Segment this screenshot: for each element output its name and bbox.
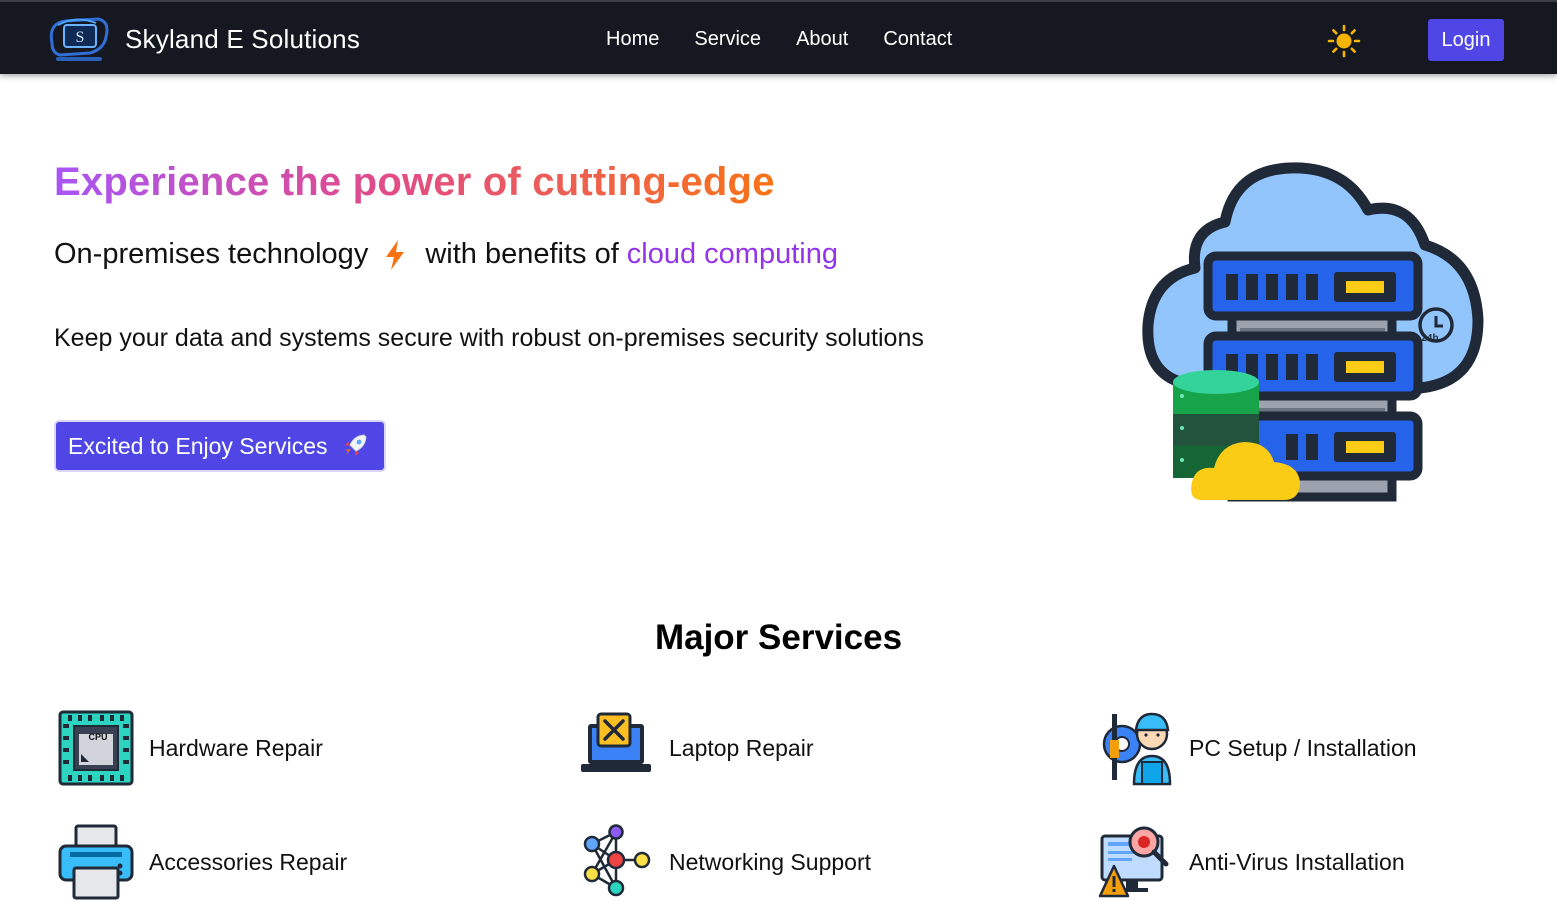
service-accessories-repair[interactable]: Accessories Repair [58,824,347,900]
nav-link-service[interactable]: Service [694,28,761,51]
hero-subtitle: On-premises technology with benefits of … [54,238,838,271]
service-label: Accessories Repair [149,848,348,875]
brand-logo-icon: S [49,17,109,61]
service-pc-setup[interactable]: PC Setup / Installation [1098,710,1417,786]
enjoy-services-label: Excited to Enjoy Services [68,432,328,459]
rocket-icon [344,434,367,456]
hero-title: Experience the power of cutting-edge [54,160,775,204]
brand[interactable]: S Skyland E Solutions [46,12,360,66]
network-nodes-icon [583,824,651,897]
nav-link-home[interactable]: Home [606,28,659,51]
enjoy-services-button[interactable]: Excited to Enjoy Services [54,420,386,472]
svg-text:S: S [76,29,85,46]
hero-subtitle-part2: with benefits of [425,238,619,270]
hero-subtitle-part1: On-premises technology [54,238,369,270]
svg-text:24h: 24h [1421,333,1438,344]
service-label: Networking Support [669,848,871,875]
service-label: Anti-Virus Installation [1189,848,1405,875]
sun-icon[interactable] [1327,24,1361,58]
hero-description: Keep your data and systems secure with r… [54,324,924,352]
virus-warning-icon [1098,826,1169,898]
service-laptop-repair[interactable]: Laptop Repair [578,710,814,786]
login-button[interactable]: Login [1428,19,1504,61]
service-hardware-repair[interactable]: CPU Hardware Repair [58,710,323,786]
service-label: Hardware Repair [149,734,323,761]
navbar: S Skyland E Solutions Home Service About… [0,0,1557,74]
cpu-chip-icon: CPU [58,710,134,786]
svg-text:CPU: CPU [88,732,107,742]
nav-link-contact[interactable]: Contact [883,28,952,51]
hero-subtitle-highlight: cloud computing [626,238,838,270]
service-antivirus-installation[interactable]: Anti-Virus Installation [1098,824,1405,900]
printer-icon [58,824,134,900]
nav-links: Home Service About Contact [606,2,987,76]
laptop-tools-icon [581,712,651,772]
technician-icon [1102,712,1172,786]
lightning-bolt-icon [386,239,405,270]
nav-link-about[interactable]: About [796,28,848,51]
services-title: Major Services [654,618,903,657]
service-label: Laptop Repair [669,734,814,761]
brand-name: Skyland E Solutions [125,23,361,54]
service-label: PC Setup / Installation [1189,734,1417,761]
service-networking-support[interactable]: Networking Support [578,824,871,900]
cloud-server-illustration: 24h [1142,162,1484,502]
